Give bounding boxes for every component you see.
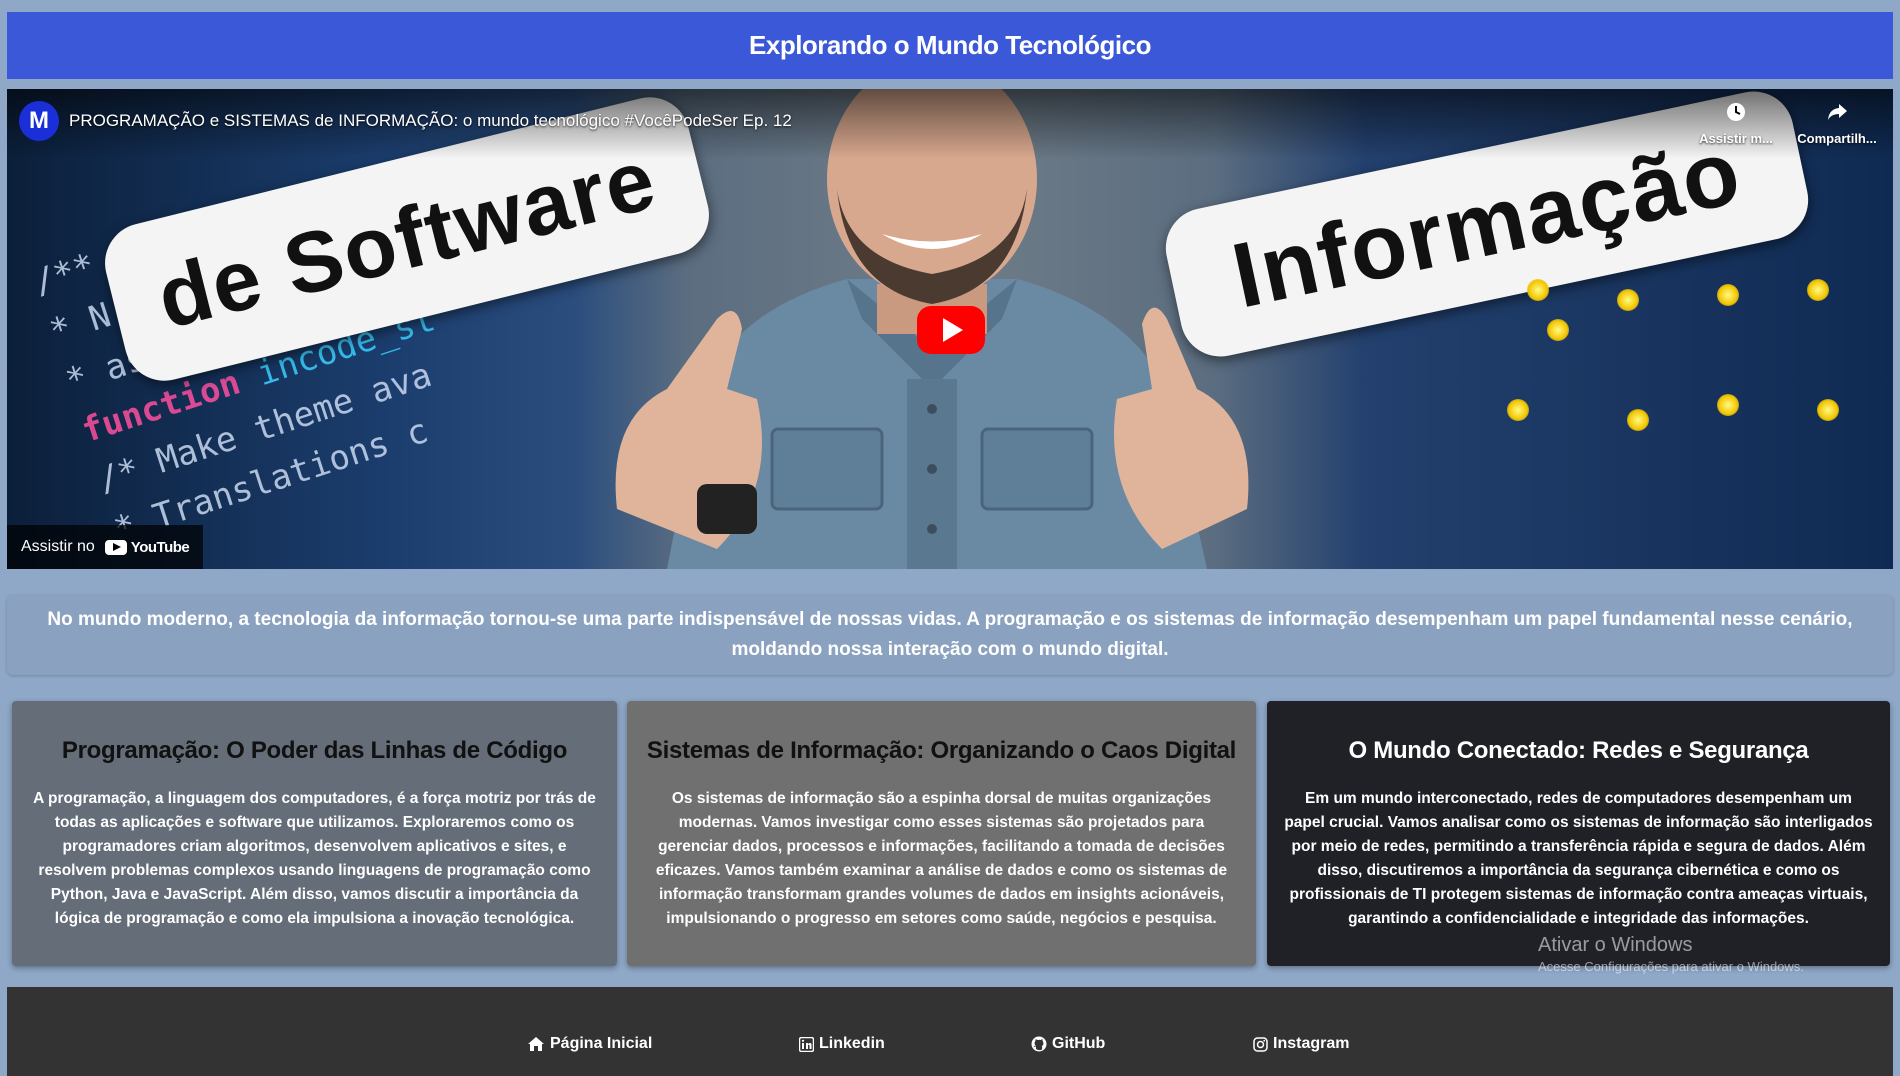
watch-on-youtube-button[interactable]: Assistir no YouTube <box>7 525 204 569</box>
card-text: Os sistemas de informação são a espinha … <box>655 790 1228 927</box>
youtube-play-logo-icon <box>104 539 127 555</box>
clock-icon <box>1691 101 1781 129</box>
card-title: Sistemas de Informação: Organizando o Ca… <box>646 737 1237 764</box>
thumbnail-server-lights <box>1487 279 1887 529</box>
intro-text: No mundo moderno, a tecnologia da inform… <box>47 609 1853 660</box>
card-sistemas-informacao: Sistemas de Informação: Organizando o Ca… <box>627 701 1256 966</box>
intro-section: No mundo moderno, a tecnologia da inform… <box>7 595 1893 675</box>
youtube-video-embed[interactable]: /** * S * N runs before the * as indicat… <box>7 89 1893 569</box>
footer-link-github[interactable]: GitHub <box>1031 1035 1105 1053</box>
watch-later-button[interactable]: Assistir m... <box>1691 101 1781 146</box>
card-text: Em um mundo interconectado, redes de com… <box>1284 790 1873 927</box>
channel-avatar[interactable]: M <box>19 101 59 141</box>
video-title-link[interactable]: PROGRAMAÇÃO e SISTEMAS de INFORMAÇÃO: o … <box>69 111 792 131</box>
footer-link-linkedin[interactable]: Linkedin <box>799 1035 885 1053</box>
instagram-icon <box>1253 1036 1268 1052</box>
card-title: O Mundo Conectado: Redes e Segurança <box>1348 737 1809 764</box>
card-title: Programação: O Poder das Linhas de Códig… <box>61 737 568 764</box>
github-icon <box>1031 1036 1047 1052</box>
youtube-logo: YouTube <box>104 539 190 556</box>
linkedin-icon <box>799 1036 814 1052</box>
card-mundo-conectado: O Mundo Conectado: Redes e Segurança Em … <box>1267 701 1890 966</box>
watermark-subtitle: Acesse Configurações para ativar o Windo… <box>1538 959 1804 974</box>
share-button[interactable]: Compartilh... <box>1792 101 1882 146</box>
page-header: Explorando o Mundo Tecnológico <box>7 12 1893 79</box>
home-icon <box>528 1037 544 1051</box>
windows-activation-watermark: Ativar o Windows Acesse Configurações pa… <box>1538 934 1804 974</box>
page-title: Explorando o Mundo Tecnológico <box>749 30 1151 60</box>
share-icon <box>1792 101 1882 129</box>
card-programacao: Programação: O Poder das Linhas de Códig… <box>12 701 617 966</box>
footer-link-home[interactable]: Página Inicial <box>527 1035 652 1053</box>
card-text: A programação, a linguagem dos computado… <box>33 790 596 927</box>
watermark-title: Ativar o Windows <box>1538 934 1693 956</box>
footer-link-instagram[interactable]: Instagram <box>1253 1035 1349 1053</box>
page-footer: Página Inicial Linkedin GitHub Instagram <box>7 987 1893 1076</box>
play-icon[interactable] <box>917 306 985 354</box>
